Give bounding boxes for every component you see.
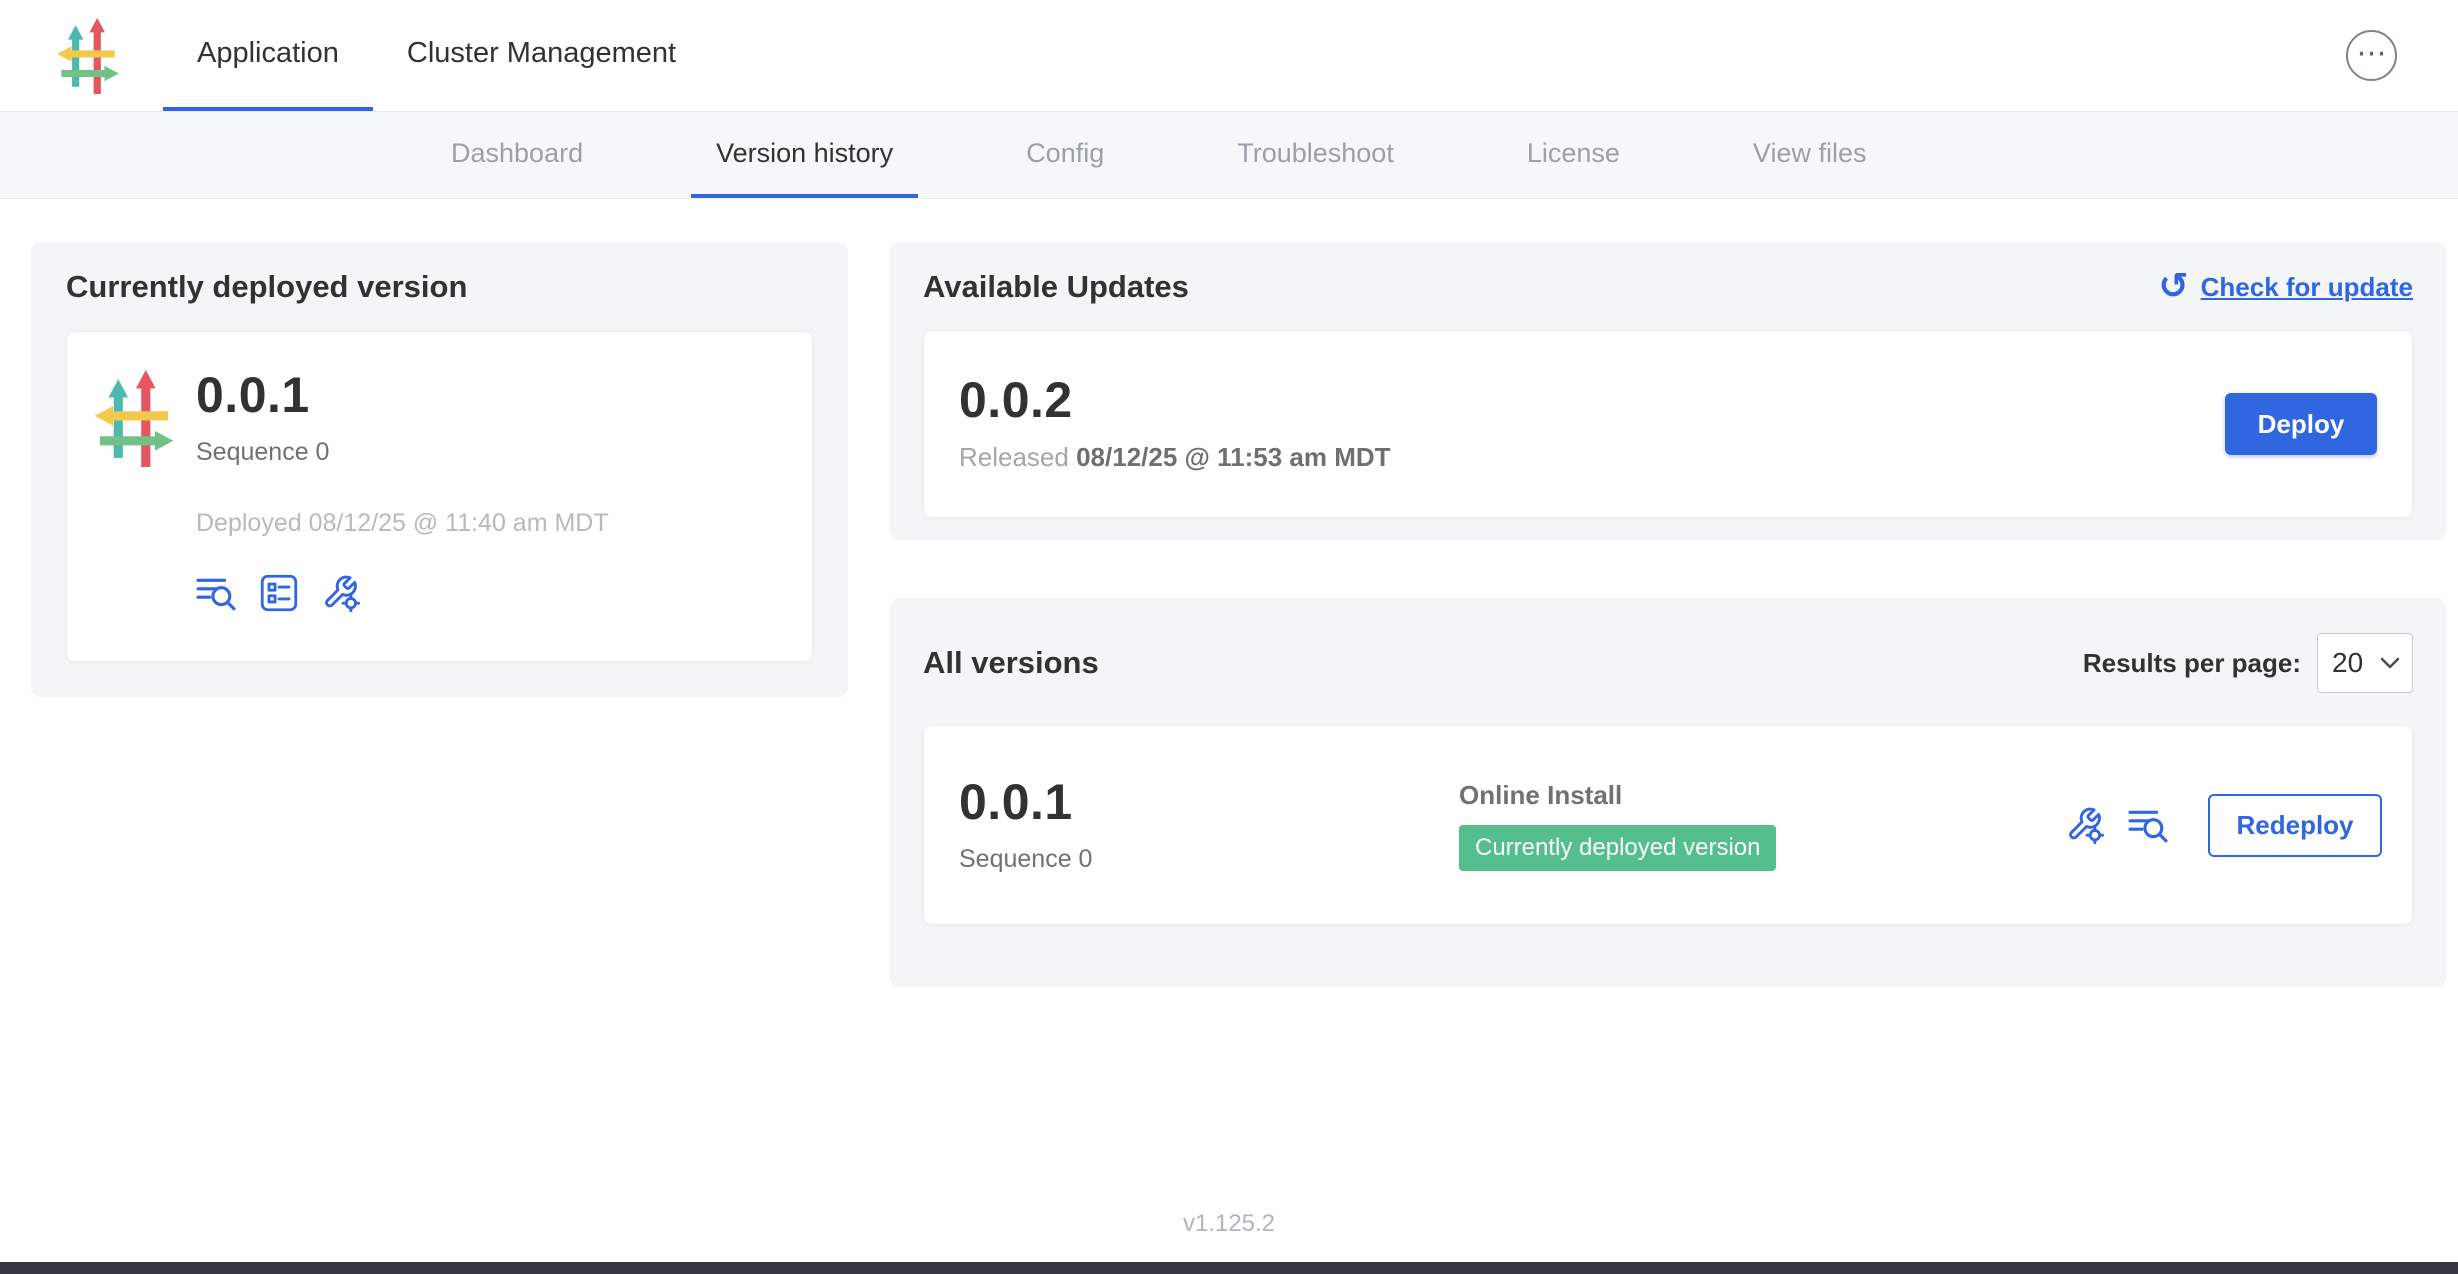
subnav-troubleshoot-label: Troubleshoot	[1237, 138, 1394, 169]
subnav-config-label: Config	[1026, 138, 1104, 169]
tab-cluster-management[interactable]: Cluster Management	[373, 0, 710, 111]
deployed-sequence: Sequence 0	[196, 438, 609, 467]
all-versions-title: All versions	[923, 645, 1099, 681]
row-version-number: 0.0.1	[959, 777, 1459, 827]
app-logo	[55, 0, 121, 111]
all-versions-card: All versions Results per page: 20 0.0.	[890, 598, 2446, 987]
install-type-label: Online Install	[1459, 780, 2066, 811]
overflow-menu-button[interactable]: ⋯	[2346, 30, 2397, 81]
results-per-page-label: Results per page:	[2083, 648, 2301, 679]
available-updates-card: Available Updates ↺ Check for update 0.0…	[890, 242, 2446, 540]
deployed-version-panel: 0.0.1 Sequence 0 Deployed 08/12/25 @ 11:…	[66, 331, 813, 662]
update-version-number: 0.0.2	[959, 375, 1391, 425]
subnav-item-troubleshoot[interactable]: Troubleshoot	[1212, 112, 1419, 198]
primary-nav: Application Cluster Management	[163, 0, 710, 111]
release-notes-icon[interactable]	[2128, 806, 2168, 844]
subnav-item-dashboard[interactable]: Dashboard	[426, 112, 608, 198]
check-for-update-link[interactable]: ↺ Check for update	[2158, 269, 2413, 305]
version-row-actions: Redeploy	[2066, 794, 2382, 857]
console-version: v1.125.2	[1183, 1210, 1275, 1238]
app-logo-icon	[55, 18, 121, 94]
version-row-info: 0.0.1 Sequence 0	[959, 777, 1459, 874]
update-released-line: Released 08/12/25 @ 11:53 am MDT	[959, 442, 1391, 473]
results-per-page-value: 20	[2332, 647, 2363, 679]
results-per-page-select[interactable]: 20	[2317, 633, 2413, 693]
deployed-version-number: 0.0.1	[196, 370, 609, 420]
ellipsis-icon: ⋯	[2357, 39, 2387, 69]
tab-application[interactable]: Application	[163, 0, 373, 111]
tab-application-label: Application	[197, 37, 339, 70]
update-info: 0.0.2 Released 08/12/25 @ 11:53 am MDT	[959, 375, 1391, 473]
all-versions-header: All versions Results per page: 20	[923, 633, 2413, 693]
tab-cluster-management-label: Cluster Management	[407, 37, 676, 70]
released-date: 08/12/25 @ 11:53 am MDT	[1076, 442, 1390, 472]
preflight-checks-icon[interactable]	[260, 574, 298, 612]
app-subnav: Dashboard Version history Config Trouble…	[0, 112, 2458, 199]
deployed-version-info: 0.0.1 Sequence 0 Deployed 08/12/25 @ 11:…	[196, 370, 609, 623]
redeploy-button[interactable]: Redeploy	[2208, 794, 2382, 857]
update-row: 0.0.2 Released 08/12/25 @ 11:53 am MDT D…	[923, 330, 2413, 518]
released-prefix: Released	[959, 442, 1069, 472]
check-for-update-label: Check for update	[2201, 272, 2413, 303]
subnav-version-history-label: Version history	[716, 138, 893, 169]
version-row: 0.0.1 Sequence 0 Online Install Currentl…	[923, 725, 2413, 925]
subnav-license-label: License	[1527, 138, 1620, 169]
deployed-card-title: Currently deployed version	[66, 269, 813, 305]
version-row-status: Online Install Currently deployed versio…	[1459, 780, 2066, 871]
deploy-button[interactable]: Deploy	[2225, 393, 2377, 455]
subnav-item-license[interactable]: License	[1502, 112, 1645, 198]
results-per-page-group: Results per page: 20	[2083, 633, 2413, 693]
refresh-icon: ↺	[2158, 269, 2188, 305]
subnav-item-view-files[interactable]: View files	[1728, 112, 1892, 198]
chevron-down-icon	[2380, 657, 2400, 669]
subnav-item-version-history[interactable]: Version history	[691, 112, 918, 198]
main-content: Currently deployed version 0.0.1 Sequenc…	[0, 199, 2458, 1186]
right-column: Available Updates ↺ Check for update 0.0…	[890, 242, 2446, 987]
deployed-timestamp: Deployed 08/12/25 @ 11:40 am MDT	[196, 509, 609, 538]
config-wrench-icon[interactable]	[2066, 806, 2104, 844]
deployed-version-actions	[196, 574, 609, 612]
app-version-icon	[92, 370, 176, 467]
release-notes-icon[interactable]	[196, 574, 236, 612]
deployed-status-badge: Currently deployed version	[1459, 825, 1776, 871]
subnav-item-config[interactable]: Config	[1001, 112, 1129, 198]
row-sequence: Sequence 0	[959, 845, 1459, 874]
available-updates-header: Available Updates ↺ Check for update	[923, 269, 2413, 305]
subnav-view-files-label: View files	[1753, 138, 1867, 169]
subnav-dashboard-label: Dashboard	[451, 138, 583, 169]
bottom-bar	[0, 1262, 2458, 1274]
config-wrench-icon[interactable]	[322, 574, 360, 612]
top-header: Application Cluster Management ⋯	[0, 0, 2458, 112]
page-footer: v1.125.2	[0, 1186, 2458, 1262]
available-updates-title: Available Updates	[923, 269, 1189, 305]
currently-deployed-card: Currently deployed version 0.0.1 Sequenc…	[31, 242, 848, 697]
admin-console-page: Application Cluster Management ⋯ Dashboa…	[0, 0, 2458, 1274]
